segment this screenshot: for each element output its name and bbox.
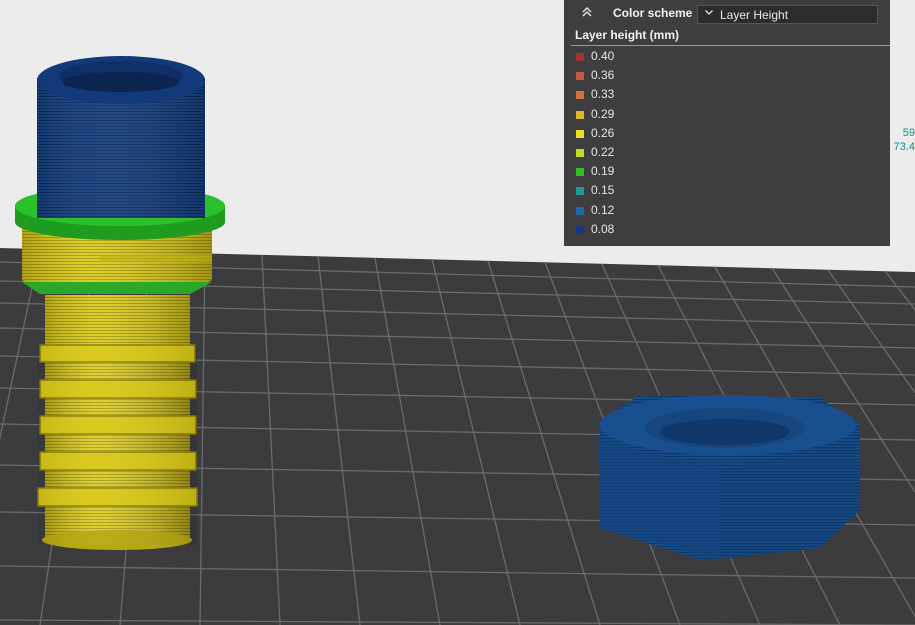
- color-scheme-label: Color scheme: [613, 6, 693, 20]
- legend-swatch: [576, 72, 584, 81]
- legend-header: Color scheme Layer Height: [564, 0, 890, 28]
- legend-label: 0.08: [591, 221, 615, 236]
- legend-label: 0.29: [591, 106, 615, 121]
- legend-label: 0.12: [591, 202, 615, 217]
- legend-swatch: [576, 129, 584, 138]
- nut-model[interactable]: [598, 395, 860, 560]
- legend-swatch: [576, 53, 584, 61]
- legend-label: 0.26: [591, 125, 615, 140]
- legend-divider: [571, 45, 890, 46]
- thread-section: [37, 56, 205, 218]
- legend-panel: Color scheme Layer Height Layer height (…: [564, 0, 890, 246]
- legend-swatch: [576, 148, 584, 157]
- color-scheme-value: Layer Height: [720, 8, 789, 22]
- chevron-down-icon: [704, 6, 714, 23]
- legend-label: 0.33: [591, 87, 615, 102]
- barb-section: [37, 295, 198, 550]
- legend-title: Layer height (mm): [575, 28, 680, 42]
- color-scheme-dropdown[interactable]: Layer Height: [697, 5, 878, 24]
- legend-swatch: [576, 91, 584, 100]
- legend-label: 0.40: [591, 49, 615, 63]
- legend-label: 0.22: [591, 144, 615, 159]
- legend-label: 0.36: [591, 68, 615, 83]
- chevrons-up-icon[interactable]: [578, 5, 596, 23]
- readout-line-2: 73.4: [893, 141, 915, 153]
- legend-swatch: [576, 110, 584, 119]
- readout-line-1: 59: [902, 127, 915, 139]
- legend-swatch: [576, 225, 584, 234]
- legend-swatch: [576, 187, 584, 196]
- legend-swatch: [576, 168, 584, 177]
- legend-swatch: [576, 206, 584, 215]
- legend-label: 0.15: [591, 183, 615, 198]
- legend-label: 0.19: [591, 164, 615, 179]
